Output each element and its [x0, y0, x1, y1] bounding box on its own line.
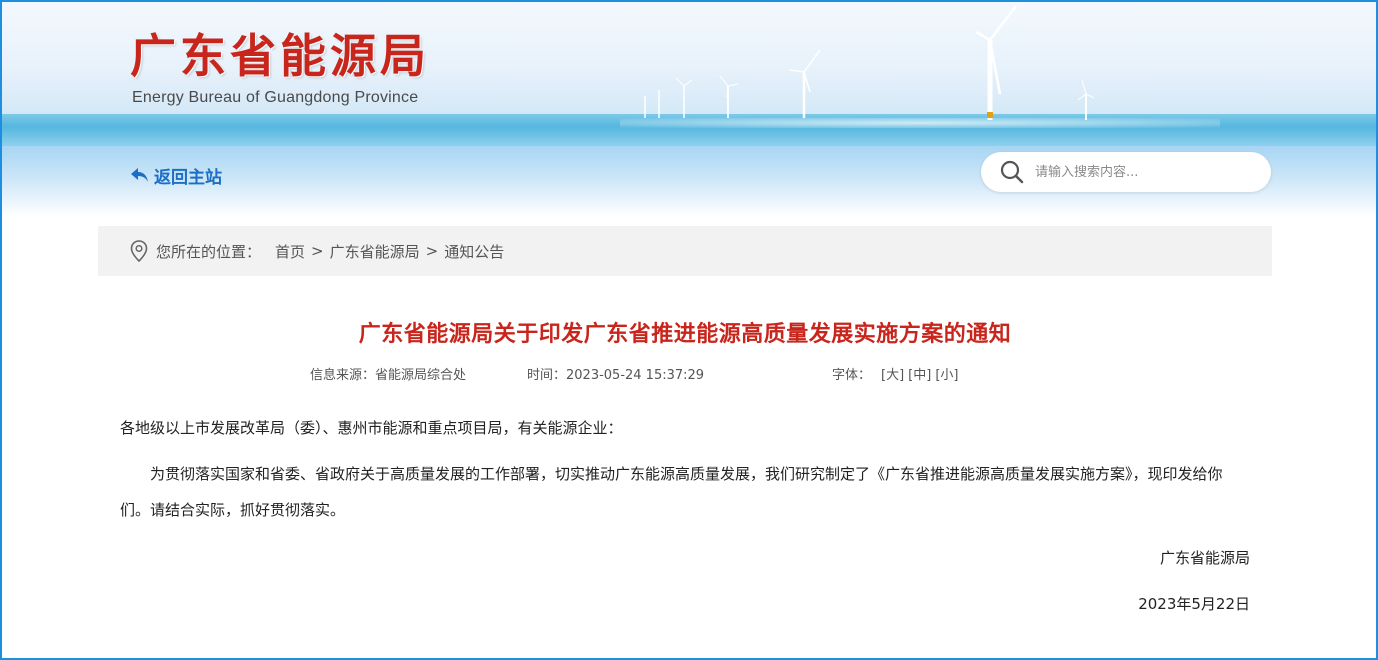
- article-body: 为贯彻落实国家和省委、省政府关于高质量发展的工作部署，切实推动广东能源高质量发展…: [120, 465, 1223, 519]
- header-banner: 广东省能源局 Energy Bureau of Guangdong Provin…: [0, 0, 1378, 146]
- breadcrumb-label: 您所在的位置：: [156, 242, 262, 261]
- site-subtitle: Energy Bureau of Guangdong Province: [132, 89, 419, 106]
- search-input[interactable]: [1035, 157, 1255, 187]
- font-size-controls: 字体： [大] [中] [小]: [832, 364, 958, 383]
- article-greeting: 各地级以上市发展改革局（委）、惠州市能源和重点项目局，有关能源企业：: [120, 419, 623, 437]
- back-arrow-icon: [130, 166, 150, 184]
- site-title: 广东省能源局: [130, 29, 430, 83]
- font-size-large-button[interactable]: [大]: [881, 364, 904, 383]
- breadcrumb: 您所在的位置： 首页 > 广东省能源局 > 通知公告: [98, 226, 1272, 276]
- back-link-label: 返回主站: [154, 167, 222, 188]
- breadcrumb-notices[interactable]: 通知公告: [444, 241, 504, 262]
- font-size-medium-button[interactable]: [中]: [908, 364, 931, 383]
- back-to-main-link[interactable]: 返回主站: [130, 163, 222, 188]
- location-pin-icon: [130, 240, 148, 262]
- article-signature: 广东省能源局: [1159, 549, 1250, 567]
- search-icon[interactable]: [999, 158, 1027, 186]
- article-time: 时间：2023-05-24 15:37:29: [527, 368, 705, 383]
- breadcrumb-separator: >: [311, 242, 324, 260]
- font-size-label: 字体：: [832, 368, 872, 383]
- breadcrumb-home[interactable]: 首页: [275, 241, 305, 262]
- article-date: 2023年5月22日: [1138, 595, 1250, 613]
- breadcrumb-bureau[interactable]: 广东省能源局: [330, 241, 420, 262]
- breadcrumb-separator: >: [425, 242, 439, 260]
- article-title: 广东省能源局关于印发广东省推进能源高质量发展实施方案的通知: [358, 322, 1012, 347]
- article-source: 信息来源：省能源局综合处: [310, 368, 467, 383]
- font-size-small-button[interactable]: [小]: [935, 364, 958, 383]
- search-box[interactable]: [981, 152, 1271, 192]
